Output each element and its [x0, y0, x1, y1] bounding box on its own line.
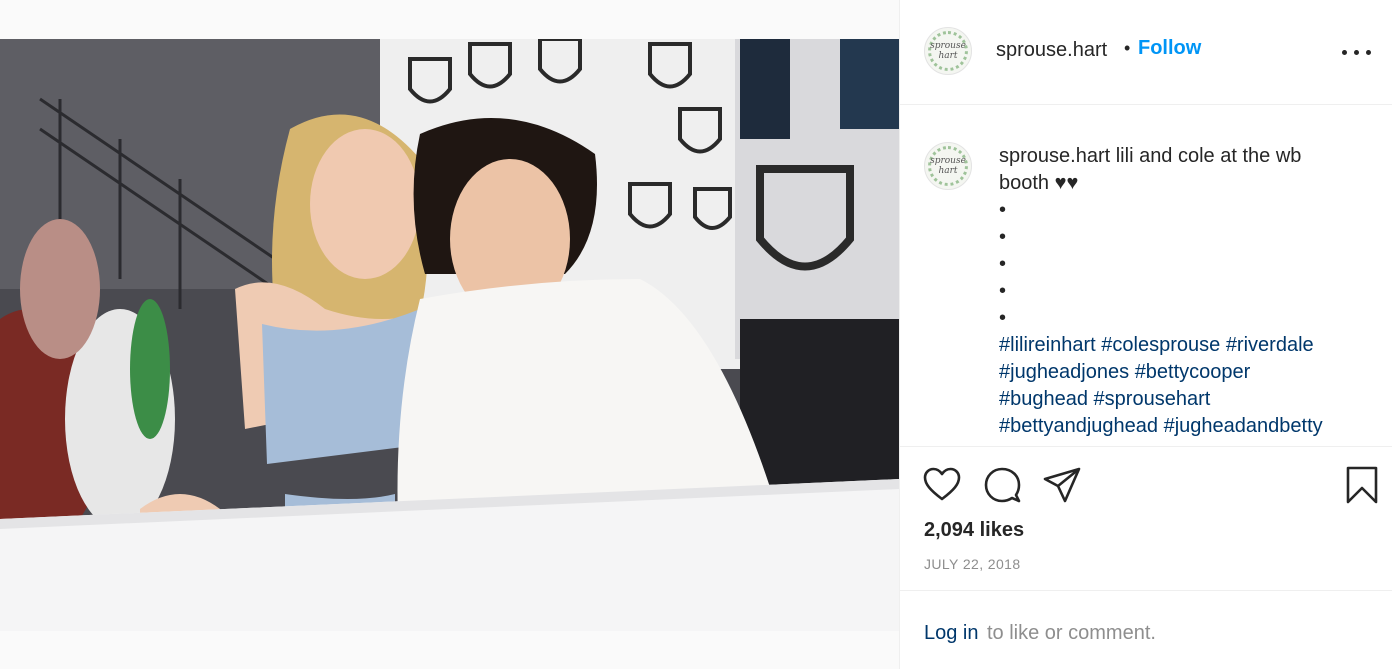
caption-username[interactable]: sprouse.hart	[999, 145, 1110, 167]
post-sidebar: sprouse hart sprouse.hart • Follow sprous…	[899, 0, 1392, 669]
comment-icon[interactable]	[982, 465, 1022, 505]
caption-line-1: sprouse.hart lili and cole at the wb	[999, 143, 1369, 170]
caption-bullet: •	[999, 307, 1007, 329]
caption-line-2: booth ♥♥	[999, 172, 1079, 194]
caption-bullet: •	[999, 280, 1007, 302]
follow-button[interactable]: Follow	[1138, 37, 1201, 60]
heart-icon[interactable]	[922, 465, 962, 505]
hashtag-link[interactable]: #bettyandjughead	[999, 415, 1158, 437]
caption-body: lili and cole at the wb	[1115, 145, 1302, 167]
hashtag-link[interactable]: #bughead	[999, 388, 1088, 410]
author-username[interactable]: sprouse.hart	[996, 39, 1107, 62]
caption-avatar[interactable]: sprouse hart	[924, 142, 972, 190]
hashtag-link[interactable]: #jugheadjones	[999, 361, 1129, 383]
caption-bullet: •	[999, 253, 1007, 275]
hashtag-link[interactable]: #jugheadandbetty	[1164, 415, 1323, 437]
hashtag-link[interactable]: #sprousehart	[1094, 388, 1211, 410]
comment-prompt: to like or comment.	[987, 622, 1156, 644]
bookmark-icon[interactable]	[1342, 465, 1382, 505]
hashtag-link[interactable]: #bettycooper	[1135, 361, 1251, 383]
hashtag-line: #bughead #sprousehart	[999, 386, 1369, 413]
hashtag-link[interactable]: #riverdale	[1226, 334, 1314, 356]
caption-bullet: •	[999, 199, 1007, 221]
hashtag-line: #bettyandjughead #jugheadandbetty	[999, 413, 1369, 440]
likes-count[interactable]: 2,094 likes	[924, 519, 1024, 542]
post-actions: 2,094 likes JULY 22, 2018	[900, 446, 1392, 590]
caption-bullet: •	[999, 226, 1007, 248]
avatar-logo-text: sprouse hart	[930, 156, 966, 176]
caption-area: sprouse hart sprouse.hart lili and cole a…	[900, 106, 1392, 446]
post-header: sprouse hart sprouse.hart • Follow	[900, 0, 1392, 105]
more-options-icon[interactable]	[1340, 40, 1374, 64]
hashtag-line: #jugheadjones #bettycooper	[999, 359, 1369, 386]
post-date[interactable]: JULY 22, 2018	[924, 556, 1021, 572]
photo-pane	[0, 0, 899, 669]
share-icon[interactable]	[1042, 465, 1082, 505]
hashtag-link[interactable]: #colesprouse	[1101, 334, 1220, 356]
hashtag-link[interactable]: #lilireinhart	[999, 334, 1096, 356]
author-avatar[interactable]: sprouse hart	[924, 27, 972, 75]
post-photo[interactable]	[0, 39, 899, 631]
caption-text: sprouse.hart lili and cole at the wb boo…	[999, 143, 1369, 440]
comment-bar: Log in to like or comment.	[900, 590, 1392, 669]
avatar-logo-text: sprouse hart	[930, 41, 966, 61]
header-separator: •	[1124, 38, 1131, 58]
post-photo-illustration	[0, 39, 899, 631]
hashtag-line: #lilireinhart #colesprouse #riverdale	[999, 332, 1369, 359]
login-link[interactable]: Log in	[924, 622, 979, 645]
